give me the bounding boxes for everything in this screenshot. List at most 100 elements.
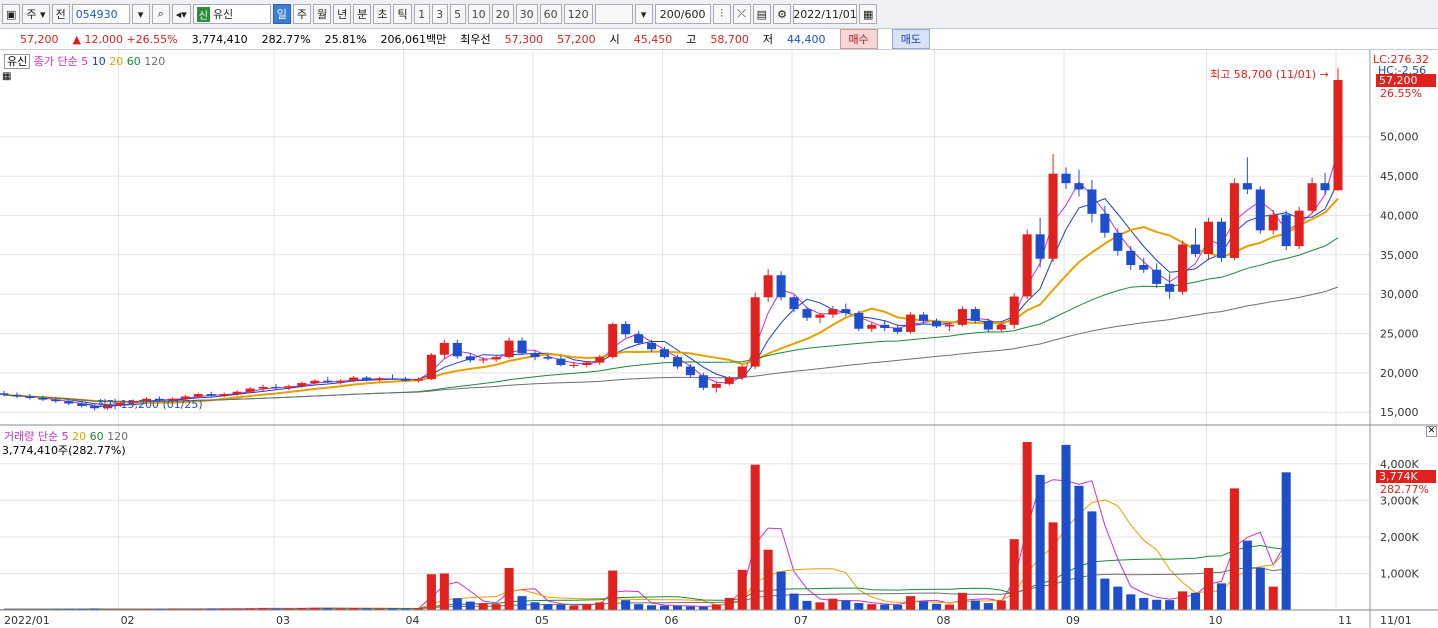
interval-60[interactable]: 60 xyxy=(539,4,562,24)
period-button[interactable]: 전 xyxy=(51,4,70,24)
interval-1[interactable]: 1 xyxy=(413,4,430,24)
x-tick-label: 09 xyxy=(1066,614,1080,627)
interval-5[interactable]: 5 xyxy=(449,4,466,24)
calendar-icon[interactable]: ▦ xyxy=(859,4,878,24)
candle-body xyxy=(232,391,242,395)
date-field[interactable]: 2022/11/01 xyxy=(793,4,858,24)
candle-body xyxy=(1152,269,1162,284)
volume-value: 3,774,410 xyxy=(191,32,248,46)
volume-bar xyxy=(1061,444,1071,610)
quote-strip: 57,200 ▲ 12,000 +26.55% 3,774,410 282.77… xyxy=(0,29,1438,50)
sound-icon[interactable]: ◂▾ xyxy=(171,4,191,24)
tab-minute[interactable]: 분 xyxy=(353,4,372,24)
stock-chart[interactable]: 50,000 45,000 40,000 35,000 30,000 25,000 20,0… xyxy=(0,50,1438,628)
candle-body xyxy=(906,314,916,332)
candle-body xyxy=(1191,244,1201,254)
volume-bar xyxy=(957,592,967,610)
x-tick-label: 02 xyxy=(121,614,135,627)
tab-tick[interactable]: 틱 xyxy=(393,4,412,24)
price-tick-label: 30,000 xyxy=(1380,288,1419,301)
x-tick-label: 07 xyxy=(794,614,808,627)
volume-bar xyxy=(517,596,527,610)
volume-bar xyxy=(491,604,501,610)
candle-body xyxy=(491,357,501,360)
toolbar: ▣ 주 ▾ 전 054930 ▾ ⌕ ◂▾ 신 유신 일 주 월 년 분 초 틱 … xyxy=(0,0,1438,29)
volume-bar xyxy=(672,605,683,610)
interval-10[interactable]: 10 xyxy=(467,4,490,24)
sell-button[interactable]: 매도 xyxy=(891,29,931,49)
candle-body xyxy=(854,313,864,329)
tab-second[interactable]: 초 xyxy=(373,4,392,24)
volume-bar xyxy=(439,573,449,610)
interval-120[interactable]: 120 xyxy=(563,4,593,24)
candle-body xyxy=(867,324,877,329)
layout-icon[interactable]: ▣ xyxy=(2,4,21,24)
stock-tag[interactable]: 유신 xyxy=(4,54,31,69)
candle-body xyxy=(711,383,721,388)
interval-3[interactable]: 3 xyxy=(431,4,448,24)
save-icon[interactable]: ▤ xyxy=(752,4,772,24)
volume-bar xyxy=(867,604,877,610)
volume-bar xyxy=(724,597,734,610)
grid-toggle-icon[interactable]: ▦ xyxy=(2,71,11,82)
code-dropdown-icon[interactable]: ▾ xyxy=(131,4,150,24)
candle-body xyxy=(893,327,903,332)
candle-body xyxy=(789,297,799,310)
candle-body xyxy=(64,401,74,404)
volume-badge-pct: 282.77% xyxy=(1380,483,1429,496)
interval-20[interactable]: 20 xyxy=(491,4,514,24)
tab-month[interactable]: 월 xyxy=(312,4,332,24)
volume-bar xyxy=(504,568,514,610)
price-tick-label: 50,000 xyxy=(1380,131,1419,144)
price-tick-label: 45,000 xyxy=(1380,170,1419,183)
interval-custom-input[interactable] xyxy=(594,4,633,24)
stock-name-field[interactable]: 신 유신 xyxy=(192,4,271,24)
stock-code-input[interactable]: 054930 xyxy=(71,4,130,24)
candle-body xyxy=(1178,244,1188,292)
tool-bars-icon[interactable]: ⫶ xyxy=(712,4,731,24)
ma-20-label: 20 xyxy=(109,55,124,68)
search-icon[interactable]: ⌕ xyxy=(151,4,170,24)
candle-body xyxy=(517,340,527,354)
candle-body xyxy=(1333,80,1343,191)
x-tick-label: 10 xyxy=(1208,614,1222,627)
tab-year[interactable]: 년 xyxy=(333,4,352,24)
best-bid: 57,200 xyxy=(557,32,596,46)
candle-body xyxy=(556,358,566,365)
gear-icon[interactable]: ⚙ xyxy=(773,4,792,24)
volume-bar xyxy=(944,604,954,610)
tab-week[interactable]: 주 xyxy=(292,4,311,24)
tab-day[interactable]: 일 xyxy=(272,4,291,24)
candle-body xyxy=(1126,250,1136,266)
pct-label: 26.55% xyxy=(1380,87,1422,100)
panel-close-icon[interactable]: ✕ xyxy=(1426,426,1437,437)
count-field[interactable]: 200/600 xyxy=(654,4,711,24)
market-select[interactable]: 주 ▾ xyxy=(22,4,50,24)
price-tick-label: 40,000 xyxy=(1380,209,1419,222)
volume-bar xyxy=(685,606,695,610)
candle-body xyxy=(634,334,644,343)
candle-body xyxy=(880,324,890,328)
volume-bar xyxy=(763,549,773,610)
interval-30[interactable]: 30 xyxy=(515,4,538,24)
market-label: 주 xyxy=(26,8,37,21)
candle-body xyxy=(258,387,268,389)
candle-body xyxy=(413,379,423,381)
volume-bar xyxy=(828,598,838,610)
tool-compare-icon[interactable]: ⤫ xyxy=(732,4,751,24)
volume-bar xyxy=(983,603,993,610)
candle-body xyxy=(310,380,320,384)
volume-bar xyxy=(880,604,890,610)
trade-amount: 206,061백만 xyxy=(380,33,447,46)
volume-bar xyxy=(1165,600,1175,610)
interval-dropdown-icon[interactable]: ▾ xyxy=(634,4,653,24)
volume-bar xyxy=(659,605,670,610)
price-tick-label: 15,000 xyxy=(1380,406,1419,419)
chart-grid xyxy=(0,50,1370,610)
volume-bar xyxy=(634,604,644,610)
volume-bar xyxy=(1178,591,1188,610)
best-ask: 57,300 xyxy=(504,32,544,46)
buy-button[interactable]: 매수 xyxy=(839,29,878,49)
candle-body xyxy=(996,324,1006,330)
candle-body xyxy=(919,314,929,321)
